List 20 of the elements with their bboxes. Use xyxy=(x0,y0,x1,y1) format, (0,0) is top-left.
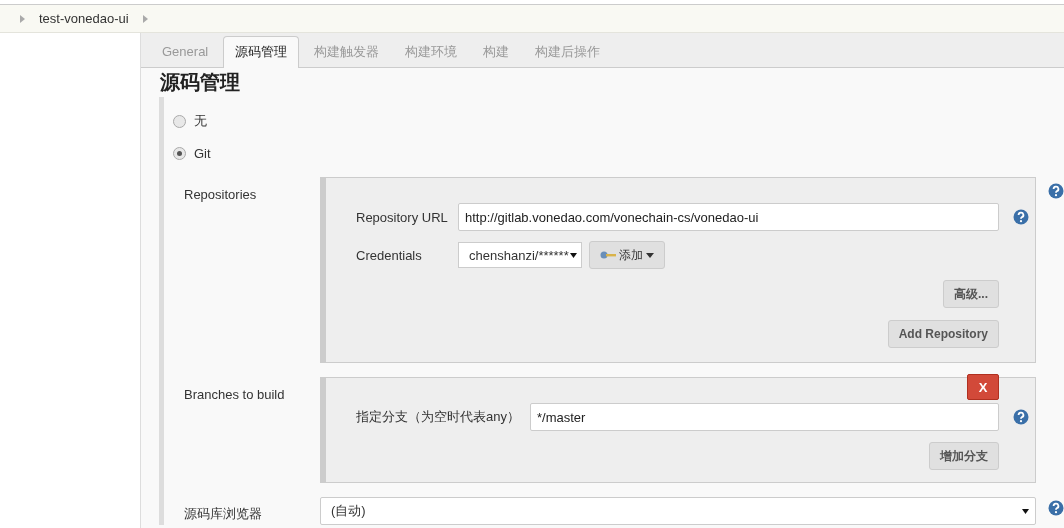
breadcrumb-link[interactable]: test-vonedao-ui xyxy=(39,11,129,26)
field-label: Repository URL xyxy=(356,209,449,225)
field-label: 指定分支（为空时代表any） xyxy=(356,408,521,426)
field-label: Branches to build xyxy=(184,386,286,402)
field-label: Repositories xyxy=(184,186,258,202)
radio-label: Git xyxy=(194,145,211,161)
add-button[interactable]: 添加 xyxy=(589,241,665,269)
add-repository-button[interactable]: Add Repository xyxy=(887,320,999,348)
add-branch-button[interactable]: 增加分支 xyxy=(929,442,999,470)
url-input-field[interactable]: http://gitlab.vonedao.com/vonechain-cs/vonedao-ui xyxy=(458,203,999,231)
credentials-dropdown[interactable]: chenshanzi/****** xyxy=(458,242,582,268)
branch-input-field[interactable]: */master xyxy=(530,403,999,431)
browser-dropdown[interactable]: (自动) xyxy=(320,497,1036,525)
delete-button[interactable]: X xyxy=(967,374,999,400)
radio-label: 无 xyxy=(194,112,207,130)
section-heading: 源码管理 xyxy=(160,70,241,95)
tab[interactable]: 源码管理 xyxy=(223,36,300,68)
field-label: 源码库浏览器 xyxy=(184,505,263,523)
field-label: Credentials xyxy=(356,247,423,263)
advanced-button[interactable]: 高级... xyxy=(943,280,999,308)
